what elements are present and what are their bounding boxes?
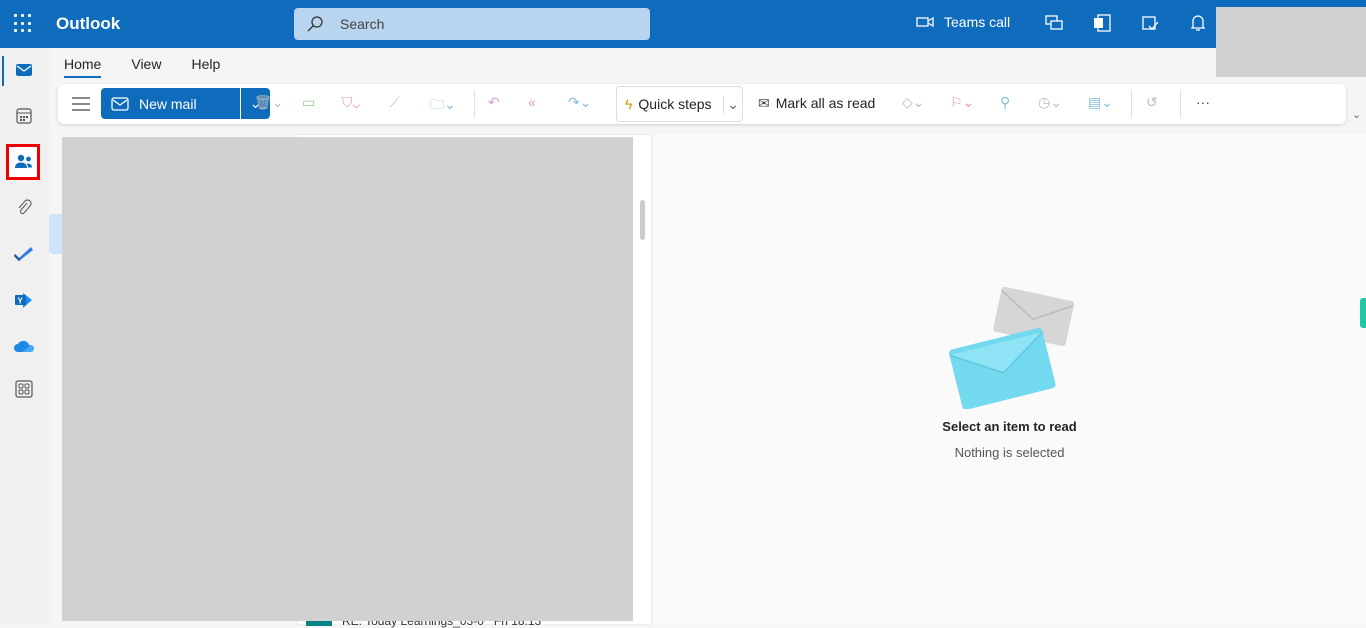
mail-icon[interactable] bbox=[10, 56, 38, 84]
snooze-clock-icon[interactable]: ◷⌄ bbox=[1038, 94, 1062, 111]
tag-icon[interactable]: ◇⌄ bbox=[902, 94, 925, 111]
account-avatar[interactable] bbox=[1216, 7, 1366, 77]
search-placeholder: Search bbox=[340, 16, 385, 32]
app-launcher-icon[interactable] bbox=[14, 14, 34, 34]
app-title: Outlook bbox=[56, 14, 121, 33]
onedrive-icon[interactable] bbox=[10, 332, 38, 360]
attachment-icon[interactable] bbox=[10, 194, 38, 222]
delete-icon[interactable]: 🗑︎⌄ bbox=[254, 94, 284, 111]
search-input[interactable]: Search bbox=[294, 8, 650, 40]
search-icon bbox=[307, 16, 323, 32]
chat-icon[interactable] bbox=[1045, 14, 1063, 32]
more-apps-icon[interactable] bbox=[10, 375, 38, 403]
undo-icon[interactable]: ↺ bbox=[1146, 94, 1158, 111]
reading-pane: Select an item to read Nothing is select… bbox=[653, 134, 1366, 625]
active-indicator bbox=[2, 56, 4, 86]
expand-ribbon-icon[interactable]: ⌄ bbox=[1352, 108, 1361, 121]
bell-icon[interactable] bbox=[1190, 14, 1206, 32]
hamburger-menu-icon[interactable] bbox=[72, 97, 90, 111]
yammer-icon[interactable]: Y bbox=[10, 286, 38, 314]
quick-steps-dropdown[interactable]: ⌄ bbox=[723, 95, 742, 113]
list-scrollbar[interactable] bbox=[640, 200, 645, 240]
empty-state-title: Select an item to read bbox=[942, 419, 1077, 434]
new-mail-button[interactable]: New mail bbox=[101, 88, 240, 119]
people-icon[interactable] bbox=[10, 148, 38, 176]
more-options-button[interactable]: ··· bbox=[1196, 94, 1210, 110]
envelopes-illustration bbox=[949, 286, 1075, 409]
tab-help[interactable]: Help bbox=[191, 56, 220, 78]
pin-icon[interactable]: ⚲ bbox=[1000, 94, 1010, 111]
quick-steps-button[interactable]: ϟ Quick steps ⌄ bbox=[616, 86, 743, 122]
svg-text:Y: Y bbox=[18, 297, 24, 306]
tab-home[interactable]: Home bbox=[64, 56, 102, 78]
new-mail-label: New mail bbox=[139, 95, 197, 112]
sweep-icon[interactable]: ⟋ bbox=[390, 94, 400, 111]
lightning-icon: ϟ bbox=[625, 96, 633, 112]
open-envelope-icon: ✉ bbox=[758, 95, 770, 111]
ribbon-tabs: Home View Help bbox=[64, 56, 220, 78]
mark-all-read-label: Mark all as read bbox=[775, 95, 876, 111]
rules-icon[interactable]: ▤⌄ bbox=[1088, 94, 1113, 111]
forward-icon[interactable]: ↷⌄ bbox=[568, 94, 591, 111]
quick-steps-label: Quick steps bbox=[638, 96, 712, 112]
teams-call-button[interactable]: Teams call bbox=[916, 14, 1010, 30]
onenote-icon[interactable] bbox=[1093, 14, 1111, 32]
calendar-icon[interactable] bbox=[10, 102, 38, 130]
teams-call-label: Teams call bbox=[944, 14, 1011, 30]
envelope-icon bbox=[111, 96, 129, 111]
redacted-region bbox=[62, 137, 633, 621]
mark-all-read-button[interactable]: ✉ Mark all as read bbox=[758, 95, 875, 112]
my-day-icon[interactable] bbox=[1141, 14, 1159, 32]
video-camera-icon bbox=[916, 16, 934, 28]
side-panel-handle[interactable] bbox=[1360, 298, 1366, 328]
reply-icon[interactable]: ↶ bbox=[488, 94, 500, 111]
report-icon[interactable]: ⛉⌄ bbox=[342, 94, 360, 111]
flag-icon[interactable]: ⚐⌄ bbox=[950, 94, 974, 111]
reply-all-icon[interactable]: « bbox=[528, 94, 536, 110]
top-bar: Outlook Search Teams call bbox=[0, 0, 1366, 48]
tab-view[interactable]: View bbox=[131, 56, 161, 78]
move-to-icon[interactable]: 🗀︎⌄ bbox=[430, 94, 456, 118]
selected-folder-indicator bbox=[49, 214, 63, 254]
ribbon-toolbar: New mail ⌄ 🗑︎⌄ ▭ ⛉⌄ ⟋ 🗀︎⌄ ↶ « ↷⌄ ϟ Quick… bbox=[58, 84, 1346, 124]
archive-icon[interactable]: ▭ bbox=[302, 94, 315, 111]
empty-state-subtitle: Nothing is selected bbox=[954, 445, 1065, 460]
todo-icon[interactable] bbox=[10, 240, 38, 268]
